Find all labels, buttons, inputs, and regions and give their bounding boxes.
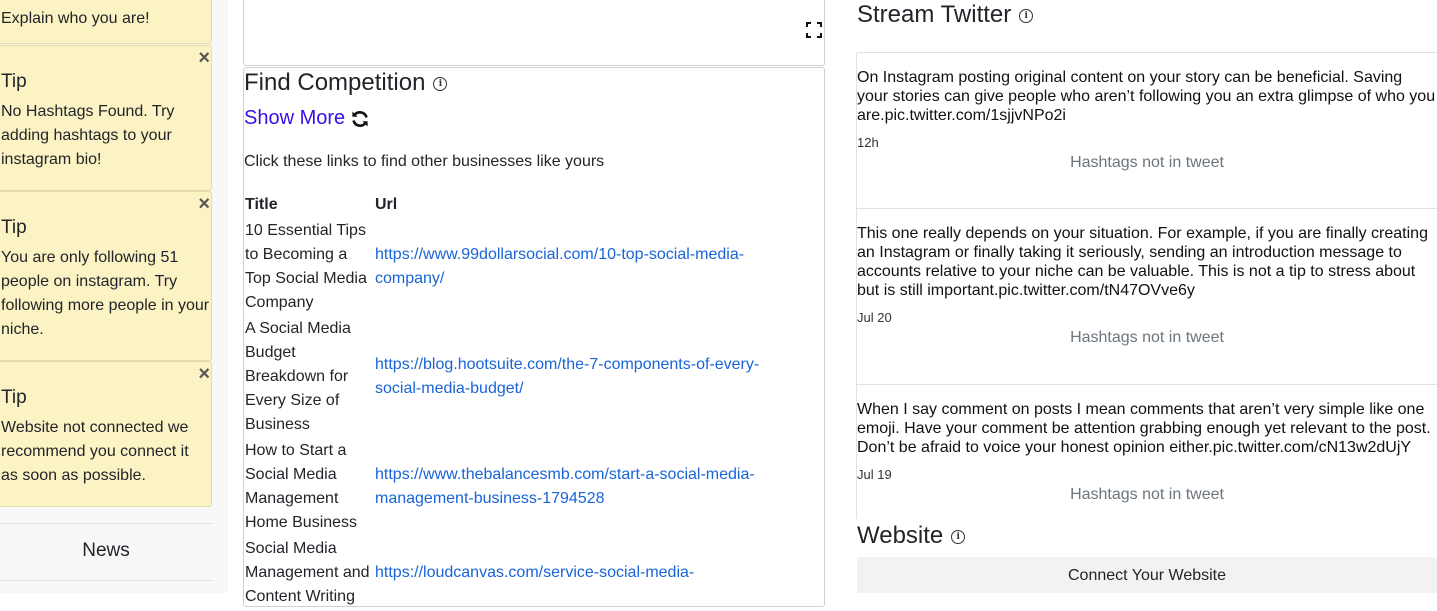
- row-url-link[interactable]: https://www.99dollarsocial.com/10-top-so…: [375, 243, 795, 291]
- tweet-hashtags-status: Hashtags not in tweet: [1070, 486, 1224, 503]
- tip-title: Tip: [1, 217, 27, 238]
- tweet-item: On Instagram posting original content on…: [857, 53, 1437, 209]
- refresh-icon[interactable]: [350, 109, 370, 129]
- expand-icon[interactable]: [806, 22, 822, 38]
- tweet-text: When I say comment on posts I mean comme…: [857, 401, 1431, 456]
- divider: [0, 580, 212, 581]
- find-competition-title: Find Competition i: [244, 69, 448, 97]
- tweet-hashtags-status: Hashtags not in tweet: [1070, 329, 1224, 346]
- tweet-text: This one really depends on your situatio…: [857, 225, 1428, 299]
- close-icon[interactable]: ×: [198, 364, 210, 384]
- row-title: How to Start a Social Media Management H…: [245, 442, 358, 531]
- tweet-hashtags-status: Hashtags not in tweet: [1070, 154, 1224, 171]
- tip-body: You are only following 51 people on inst…: [1, 249, 210, 338]
- tweet-time: Jul 19: [857, 467, 892, 482]
- sidebar-item-news[interactable]: News: [0, 540, 212, 562]
- info-icon[interactable]: i: [433, 76, 448, 91]
- table-row: Social Media Management and Content Writ…: [243, 537, 795, 611]
- row-url-link[interactable]: https://loudcanvas.com/service-social-me…: [375, 561, 795, 585]
- twitter-feed[interactable]: On Instagram posting original content on…: [856, 53, 1437, 519]
- close-icon[interactable]: ×: [198, 194, 210, 214]
- row-title: 10 Essential Tips to Becoming a Top Soci…: [245, 222, 367, 311]
- row-title: A Social Media Budget Breakdown for Ever…: [245, 320, 351, 433]
- tweet-item: This one really depends on your situatio…: [857, 209, 1437, 385]
- info-icon[interactable]: i: [1019, 8, 1034, 23]
- panel-title: Stream Twitter: [857, 1, 1012, 28]
- tweet-time: Jul 20: [857, 310, 892, 325]
- table-row: A Social Media Budget Breakdown for Ever…: [243, 317, 795, 439]
- close-icon[interactable]: ×: [198, 48, 210, 68]
- column-header-title: Title: [245, 196, 278, 213]
- tweet-item: When I say comment on posts I mean comme…: [857, 385, 1437, 519]
- table-row: How to Start a Social Media Management H…: [243, 439, 795, 537]
- panel-title: Website: [857, 522, 944, 549]
- row-title: Social Media Management and Content Writ…: [245, 540, 370, 605]
- stream-twitter-title: Stream Twitter i: [857, 1, 1034, 29]
- show-more-link[interactable]: Show More: [244, 107, 345, 130]
- website-title: Website i: [857, 522, 966, 550]
- competition-table: Title Url 10 Essential Tips to Becoming …: [243, 193, 795, 611]
- info-icon[interactable]: i: [951, 529, 966, 544]
- tip-title: Tip: [1, 71, 27, 92]
- divider: [0, 523, 212, 524]
- connect-website-button[interactable]: Connect Your Website: [857, 557, 1437, 593]
- tip-title: Tip: [1, 387, 27, 408]
- row-url-link[interactable]: https://blog.hootsuite.com/the-7-compone…: [375, 353, 795, 401]
- tip-card-following: × Tip You are only following 51 people o…: [0, 191, 212, 361]
- column-header-url: Url: [375, 196, 398, 213]
- tips-sidebar: Explain who you are! × Tip No Hashtags F…: [0, 0, 228, 593]
- tweet-time: 12h: [857, 135, 879, 150]
- tip-body: Explain who you are!: [1, 10, 150, 27]
- tweet-text: On Instagram posting original content on…: [857, 69, 1436, 124]
- previous-panel: [243, 0, 825, 66]
- row-url-link[interactable]: https://www.thebalancesmb.com/start-a-so…: [375, 463, 795, 511]
- tip-card-partial: Explain who you are!: [0, 0, 212, 44]
- competition-description: Click these links to find other business…: [244, 153, 605, 170]
- tip-body: Website not connected we recommend you c…: [1, 419, 189, 484]
- tip-card-hashtags: × Tip No Hashtags Found. Try adding hash…: [0, 45, 212, 191]
- panel-title: Find Competition: [244, 69, 426, 96]
- tip-card-website: × Tip Website not connected we recommend…: [0, 361, 212, 507]
- table-row: 10 Essential Tips to Becoming a Top Soci…: [243, 219, 795, 317]
- tip-body: No Hashtags Found. Try adding hashtags t…: [1, 103, 175, 168]
